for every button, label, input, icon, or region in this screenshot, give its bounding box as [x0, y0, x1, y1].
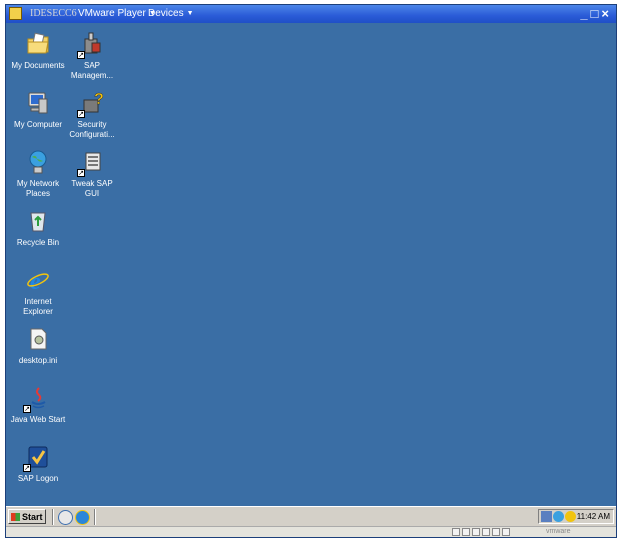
- usb-icon[interactable]: [492, 528, 500, 536]
- network-places-icon: [25, 149, 51, 175]
- show-desktop-icon[interactable]: [58, 510, 73, 525]
- shortcut-arrow-icon: ↗: [77, 110, 85, 118]
- taskbar: Start 11:42 AM: [6, 506, 616, 527]
- host-name: IDESECC6: [30, 8, 77, 19]
- cd-drive-icon[interactable]: [452, 528, 460, 536]
- folder-documents-icon: [25, 31, 51, 57]
- chevron-down-icon: ▼: [186, 10, 194, 17]
- vmware-logo: vmware: [546, 528, 571, 535]
- desktop-icon-my-computer[interactable]: My Computer: [10, 90, 66, 130]
- desktop-icon-label: My Documents: [11, 61, 65, 70]
- ini-file-icon: [25, 326, 51, 352]
- network-adapter-icon[interactable]: [482, 528, 490, 536]
- device-status-icons: [452, 528, 526, 537]
- desktop-icon-my-documents[interactable]: My Documents: [10, 31, 66, 71]
- maximize-button[interactable]: □: [591, 6, 602, 21]
- devices-menu[interactable]: Devices ▼: [148, 8, 194, 19]
- vmware-player-window: IDESECC6 VMware Player ▼ Devices ▼ _□× My …: [5, 4, 617, 538]
- taskbar-separator: [52, 509, 54, 525]
- java-icon: ↗: [23, 385, 51, 413]
- desktop-icon-internet-explorer[interactable]: e Internet Explorer: [10, 267, 66, 317]
- desktop-icon-label: My Network Places: [16, 179, 60, 198]
- desktop-icon-label: My Computer: [13, 120, 62, 129]
- desktop-icon-label: Internet Explorer: [23, 297, 53, 316]
- guest-desktop: My Documents ↗ SAP Managem... My Compute…: [6, 23, 616, 506]
- tweak-sap-icon: ↗: [77, 149, 105, 177]
- vmware-player-label: VMware Player: [78, 8, 146, 19]
- taskbar-separator: [94, 509, 96, 525]
- desktop-icon-label: SAP Logon: [17, 474, 59, 483]
- floppy-icon[interactable]: [462, 528, 470, 536]
- security-shield-icon[interactable]: [565, 511, 576, 522]
- shortcut-arrow-icon: ↗: [23, 464, 31, 472]
- shortcut-arrow-icon: ↗: [23, 405, 31, 413]
- devices-label: Devices: [148, 8, 184, 19]
- desktop-icon-recycle-bin[interactable]: Recycle Bin: [10, 208, 66, 248]
- desktop-icon-label: desktop.ini: [18, 356, 58, 365]
- internet-explorer-icon: e: [25, 267, 51, 295]
- desktop-icon-tweak-sap-gui[interactable]: ↗ Tweak SAP GUI: [64, 149, 120, 199]
- vmware-status-bar: vmware: [6, 526, 616, 537]
- desktop-icon-my-network-places[interactable]: My Network Places: [10, 149, 66, 199]
- desktop-icon-label: Tweak SAP GUI: [71, 179, 113, 198]
- desktop-icon-label: Recycle Bin: [16, 238, 60, 247]
- computer-icon: [25, 90, 51, 116]
- sound-icon[interactable]: [502, 528, 510, 536]
- desktop-icon-java-web-start[interactable]: ↗ Java Web Start: [10, 385, 66, 425]
- start-label: Start: [22, 512, 43, 522]
- start-button[interactable]: Start: [8, 509, 46, 524]
- system-tray: 11:42 AM: [538, 509, 614, 524]
- title-bar: IDESECC6 VMware Player ▼ Devices ▼ _□×: [6, 5, 616, 23]
- sap-logon-icon: ↗: [23, 444, 51, 472]
- desktop-icon-sap-management[interactable]: ↗ SAP Managem...: [64, 31, 120, 81]
- shortcut-arrow-icon: ↗: [77, 51, 85, 59]
- internet-explorer-quicklaunch-icon[interactable]: [75, 510, 90, 525]
- shortcut-arrow-icon: ↗: [77, 169, 85, 177]
- recycle-bin-icon: [25, 208, 51, 234]
- svg-text:?: ?: [94, 91, 104, 108]
- vmware-logo-icon: [9, 7, 22, 20]
- desktop-icon-security-configuration[interactable]: ? ↗ Security Configurati...: [64, 90, 120, 140]
- desktop-icon-sap-logon[interactable]: ↗ SAP Logon: [10, 444, 66, 484]
- desktop-icon-label: SAP Managem...: [70, 61, 114, 80]
- close-button[interactable]: ×: [601, 6, 612, 21]
- clock: 11:42 AM: [576, 512, 610, 521]
- hard-disk-icon[interactable]: [472, 528, 480, 536]
- window-controls: _□×: [580, 6, 612, 21]
- sap-management-icon: ↗: [77, 31, 105, 59]
- minimize-button[interactable]: _: [580, 6, 590, 21]
- network-tray-icon[interactable]: [541, 511, 552, 522]
- globe-tray-icon[interactable]: [553, 511, 564, 522]
- vmware-player-menu[interactable]: VMware Player ▼: [78, 8, 156, 19]
- security-config-icon: ? ↗: [77, 90, 105, 118]
- desktop-icon-desktop-ini[interactable]: desktop.ini: [10, 326, 66, 366]
- desktop-icon-label: Security Configurati...: [69, 120, 115, 139]
- svg-text:e: e: [30, 269, 41, 293]
- desktop-icon-label: Java Web Start: [10, 415, 66, 424]
- windows-flag-icon: [11, 513, 20, 521]
